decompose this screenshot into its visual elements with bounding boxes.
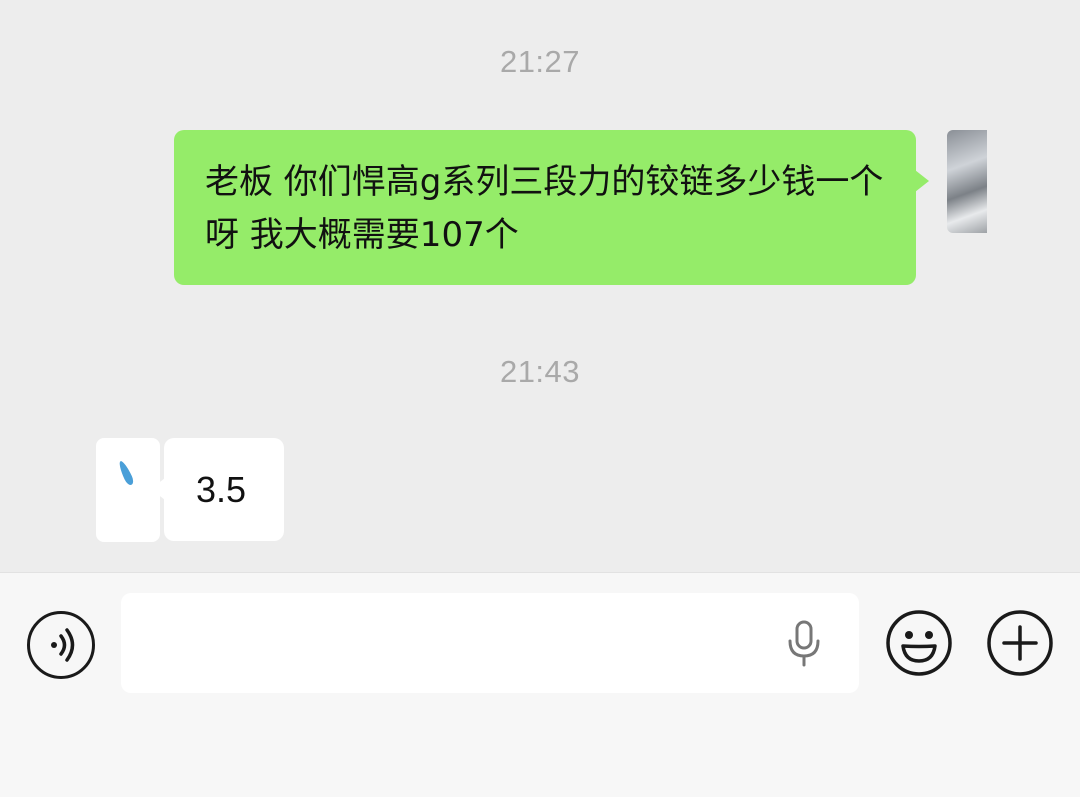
- chat-input-bar: [0, 572, 1080, 797]
- voice-mode-button[interactable]: [27, 611, 95, 679]
- plus-icon: [987, 610, 1053, 676]
- feather-avatar-graphic: [116, 459, 136, 487]
- incoming-message-text: 3.5: [196, 468, 247, 510]
- incoming-message-bubble[interactable]: 3.5: [151, 438, 284, 541]
- emoji-button[interactable]: [885, 609, 953, 677]
- voice-mode-icon: [51, 628, 75, 662]
- timestamp: 21:27: [499, 44, 581, 79]
- emoji-icon: [886, 610, 952, 676]
- outgoing-message-bubble[interactable]: 老板 你们悍高g系列三段力的铰链多少钱一个呀 我大概需要107个: [174, 130, 929, 285]
- message-input[interactable]: [121, 593, 859, 693]
- microphone-icon[interactable]: [784, 619, 824, 669]
- timestamp: 21:43: [499, 354, 581, 389]
- self-avatar[interactable]: [947, 130, 987, 233]
- chat-message-list[interactable]: 21:27 老板 你们悍高g系列三段力的铰链多少钱一个呀 我大概需要107个 2…: [0, 0, 1080, 572]
- outgoing-message-text: 老板 你们悍高g系列三段力的铰链多少钱一个呀 我大概需要107个: [205, 162, 884, 255]
- more-options-button[interactable]: [986, 609, 1054, 677]
